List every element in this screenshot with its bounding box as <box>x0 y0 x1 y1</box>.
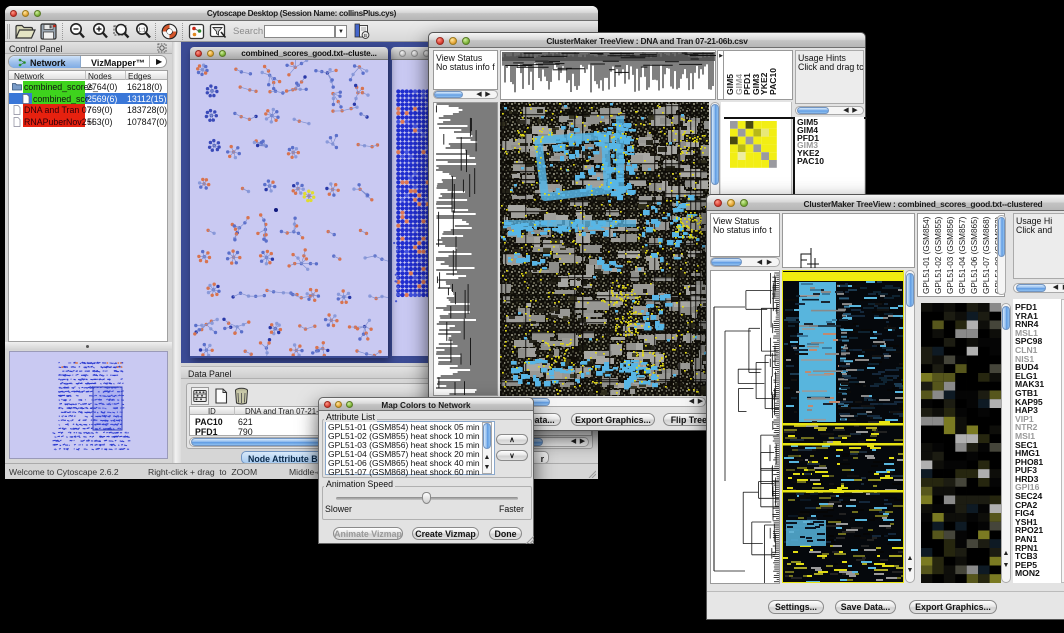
svg-text:1:1: 1:1 <box>138 27 146 33</box>
svg-text:B: B <box>364 33 367 39</box>
